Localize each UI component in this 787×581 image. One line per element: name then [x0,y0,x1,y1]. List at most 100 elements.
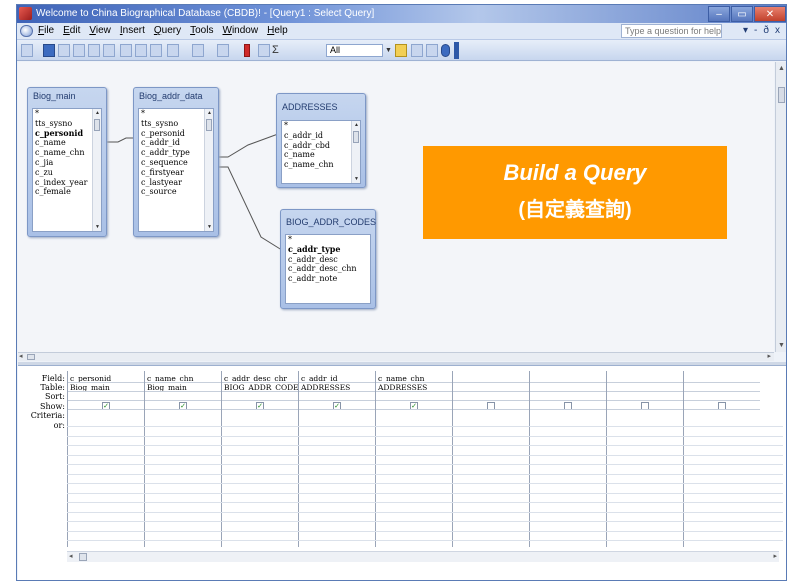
sort-cell[interactable] [530,392,606,401]
view-button[interactable] [21,44,33,57]
menu-insert[interactable]: Insert [120,25,145,36]
document-control-0[interactable]: ▾ [743,25,748,36]
field-item[interactable]: c_addr_note [286,274,370,284]
field-cell[interactable]: c_personid [68,374,144,383]
show-table-icon[interactable] [258,44,270,57]
scroll-left-icon[interactable]: ◂ [19,352,23,360]
document-control-3[interactable]: x [775,25,780,36]
field-list[interactable]: * tts_sysno c_personid c_addr_id c_addr_type… [138,108,214,232]
field-cell[interactable]: c_name_chn [376,374,452,383]
scroll-right-icon[interactable]: ▸ [767,352,771,360]
field-item[interactable]: tts_sysno [139,119,213,129]
redo-icon[interactable] [192,44,204,57]
field-item[interactable]: c_addr_type [286,244,370,255]
sort-cell[interactable] [68,392,144,401]
sort-cell[interactable] [607,392,683,401]
field-item[interactable]: c_addr_id [282,131,360,141]
scroll-down-icon[interactable]: ▼ [777,341,786,350]
totals-icon[interactable]: Σ [272,44,279,57]
menu-window[interactable]: Window [222,25,258,36]
close-button[interactable]: ✕ [754,6,786,22]
properties-icon[interactable] [395,44,407,57]
field-item[interactable]: c_personid [33,128,101,139]
table-cell[interactable] [453,383,529,392]
query-type-icon[interactable] [217,44,229,57]
menu-help[interactable]: Help [267,25,288,36]
top-values-select[interactable]: All [326,44,383,57]
table-diagram-pane[interactable]: Biog_main * tts_sysno c_personid c_name c_na… [18,62,774,352]
scroll-thumb[interactable] [79,553,87,561]
document-control-2[interactable]: ð [763,25,769,36]
database-window-icon[interactable] [426,44,438,57]
field-item[interactable]: c_addr_cbd [282,141,360,151]
field-item[interactable]: * [282,121,360,131]
field-item[interactable]: c_name [282,150,360,160]
field-item[interactable]: * [33,109,101,119]
menu-file[interactable]: File [38,25,54,36]
diagram-horizontal-scrollbar[interactable]: ◂ ▸ [18,352,774,361]
restore-button[interactable]: ▭ [731,6,753,22]
menu-view[interactable]: View [89,25,111,36]
access-app-icon[interactable] [19,7,32,20]
scroll-thumb[interactable] [778,87,785,103]
sort-cell[interactable] [453,392,529,401]
field-item[interactable]: c_addr_type [139,148,213,158]
checkbox-checked-icon[interactable]: ✓ [410,402,418,409]
table-cell[interactable] [684,383,760,392]
chevron-down-icon[interactable]: ▼ [385,44,392,57]
field-item[interactable]: c_name [33,138,101,148]
field-item[interactable]: c_source [139,187,213,197]
checkbox-checked-icon[interactable]: ✓ [179,402,187,409]
help-search-input[interactable]: Type a question for help [621,24,722,38]
field-item[interactable]: c_addr_desc [286,255,370,265]
sort-cell[interactable] [222,392,298,401]
table-biog-addr-codes[interactable]: BIOG_ADDR_CODES * c_addr_type c_addr_desc c… [280,209,376,309]
sort-cell[interactable] [299,392,375,401]
scroll-up-icon[interactable]: ▲ [777,64,786,73]
field-item[interactable]: c_sequence [139,158,213,168]
diagram-vertical-scrollbar[interactable]: ▲ ▼ [775,62,786,352]
help-icon[interactable] [441,44,450,57]
field-cell[interactable] [607,374,683,383]
title-bar[interactable]: Welcome to China Biographical Database (… [17,5,786,23]
sort-cell[interactable] [684,392,760,401]
field-item[interactable]: c_jia [33,158,101,168]
sort-cell[interactable] [145,392,221,401]
menu-edit[interactable]: Edit [63,25,80,36]
scroll-thumb[interactable] [27,354,35,360]
table-biog-main[interactable]: Biog_main * tts_sysno c_personid c_name c_na… [27,87,107,237]
table-cell[interactable]: ADDRESSES [376,383,452,392]
field-item[interactable]: c_addr_desc_chn [286,264,370,274]
toolbar-options-icon[interactable] [454,42,459,59]
save-icon[interactable] [43,44,55,57]
undo-icon[interactable] [167,44,179,57]
grid-horizontal-scrollbar[interactable]: ◂ ▸ [67,551,779,562]
minimize-button[interactable]: – [708,6,730,22]
print-icon[interactable] [73,44,85,57]
table-cell[interactable]: Biog_main [145,383,221,392]
field-cell[interactable]: c_addr_desc_chr [222,374,298,383]
sort-cell[interactable] [376,392,452,401]
table-cell[interactable]: ADDRESSES [299,383,375,392]
search-icon[interactable] [58,44,70,57]
field-item[interactable]: c_female [33,187,101,197]
table-biog-addr-data[interactable]: Biog_addr_data * tts_sysno c_personid c_add… [133,87,219,237]
table-cell[interactable] [530,383,606,392]
field-list-scrollbar[interactable]: ▲ ▼ [204,109,213,231]
run-icon[interactable] [244,44,250,57]
table-cell[interactable]: Biog_main [68,383,144,392]
field-cell[interactable]: c_addr_id [299,374,375,383]
field-list[interactable]: * c_addr_type c_addr_desc c_addr_desc_chn c_… [285,234,371,304]
paste-icon[interactable] [150,44,162,57]
field-list[interactable]: * tts_sysno c_personid c_name c_name_chn c_ji… [32,108,102,232]
field-list-scrollbar[interactable]: ▲ ▼ [92,109,101,231]
table-addresses[interactable]: ADDRESSES * c_addr_id c_addr_cbd c_name c_na… [276,93,366,188]
preview-icon[interactable] [88,44,100,57]
build-icon[interactable] [411,44,423,57]
field-cell[interactable] [530,374,606,383]
checkbox-icon[interactable] [641,402,649,409]
checkbox-checked-icon[interactable]: ✓ [102,402,110,409]
field-list[interactable]: * c_addr_id c_addr_cbd c_name c_name_chn ▲ ▼ [281,120,361,184]
document-control-1[interactable]: - [754,25,757,36]
checkbox-icon[interactable] [564,402,572,409]
